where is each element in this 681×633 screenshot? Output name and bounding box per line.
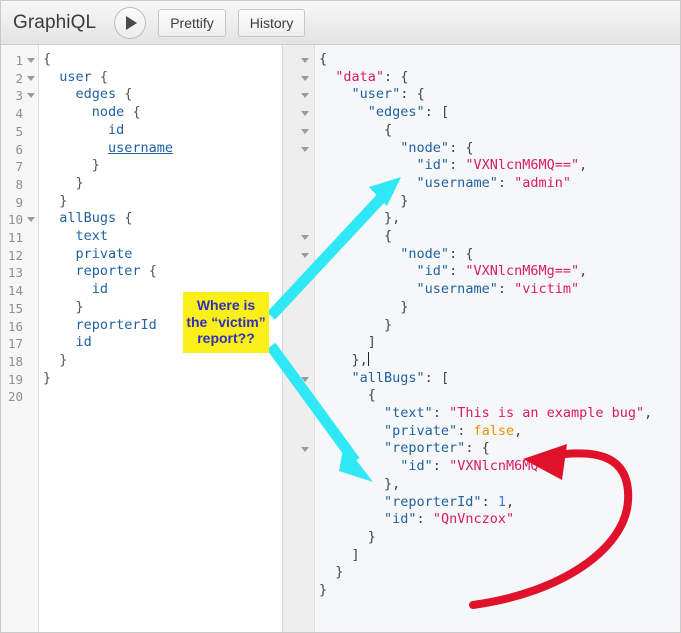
fold-arrow-icon[interactable] xyxy=(301,252,309,258)
fold-arrow-icon[interactable] xyxy=(301,128,309,134)
query-line: { xyxy=(43,51,52,67)
result-line: "id": "VXNlcnM6Mg==", xyxy=(416,263,588,280)
line-number: 8 xyxy=(15,176,23,192)
result-line: "id": "QnVnczox" xyxy=(384,511,515,528)
toolbar: GraphiQL Prettify History xyxy=(1,1,680,45)
result-line: "text": "This is an example bug", xyxy=(384,405,653,421)
result-line: { xyxy=(319,51,328,67)
line-number: 17 xyxy=(7,336,23,352)
line-number: 6 xyxy=(15,141,23,157)
line-number: 14 xyxy=(7,283,23,299)
result-line: } xyxy=(367,528,376,545)
result-line: } xyxy=(335,564,344,581)
result-viewer-pane[interactable]: { "data": { "user": { "edges": [ { "node… xyxy=(297,45,680,632)
result-line: { xyxy=(384,121,393,138)
result-line: "node": { xyxy=(400,245,474,262)
result-line: "user": { xyxy=(351,86,425,103)
line-number: 11 xyxy=(7,230,23,245)
line-number: 4 xyxy=(15,106,23,122)
result-line: "username": "victim" xyxy=(416,281,580,298)
result-line: "private": false, xyxy=(384,422,523,439)
result-viewer-fold-gutter xyxy=(297,45,315,632)
result-line: "reporterId": 1, xyxy=(384,493,515,510)
fold-arrow-icon[interactable] xyxy=(301,146,309,152)
prettify-button[interactable]: Prettify xyxy=(158,8,226,37)
fold-arrow-icon[interactable] xyxy=(301,376,309,382)
query-line: } xyxy=(59,192,68,209)
query-line: edges { xyxy=(75,86,133,103)
fold-arrow-icon[interactable] xyxy=(301,93,309,99)
line-number: 9 xyxy=(15,194,23,210)
fold-arrow-icon[interactable] xyxy=(27,93,35,99)
line-number: 16 xyxy=(7,318,23,334)
result-line: "edges": [ xyxy=(367,104,450,121)
fold-arrow-icon[interactable] xyxy=(301,447,309,453)
query-line: } xyxy=(91,157,100,174)
query-line: reporter { xyxy=(75,263,157,280)
graphiql-window: GraphiQL Prettify History 1 2 3 4 5 6 7 8 9 10 11 1… xyxy=(0,0,681,633)
query-line: } xyxy=(59,351,68,368)
line-number: 5 xyxy=(15,123,23,139)
query-editor-gutter: 1 2 3 4 5 6 7 8 9 10 11 12 13 14 15 16 17 18 19 20 xyxy=(1,45,39,632)
result-line: "allBugs": [ xyxy=(351,369,450,386)
result-line: { xyxy=(367,387,376,404)
line-number: 13 xyxy=(7,265,23,281)
query-line: username xyxy=(108,139,174,156)
play-icon xyxy=(126,15,138,30)
result-line: }, xyxy=(351,351,369,368)
history-button[interactable]: History xyxy=(237,8,306,37)
query-line: } xyxy=(43,369,52,386)
line-number: 15 xyxy=(7,300,23,316)
query-line: text xyxy=(75,228,109,244)
pane-divider[interactable] xyxy=(283,45,297,632)
line-number: 7 xyxy=(15,159,23,175)
fold-arrow-icon[interactable] xyxy=(301,394,309,400)
query-line: user { xyxy=(59,68,109,85)
result-line: }, xyxy=(384,210,401,227)
result-line: { xyxy=(384,228,393,244)
result-line: "reporter": { xyxy=(384,440,490,457)
fold-arrow-icon[interactable] xyxy=(27,75,35,81)
query-line: } xyxy=(75,174,84,191)
result-line: } xyxy=(400,298,409,315)
app-title: GraphiQL xyxy=(13,11,97,33)
query-line: } xyxy=(75,298,84,315)
result-line: "data": { xyxy=(335,68,409,85)
query-line: allBugs { xyxy=(59,210,133,227)
fold-arrow-icon[interactable] xyxy=(301,235,309,240)
result-line: } xyxy=(400,192,409,209)
query-line: id xyxy=(108,121,125,138)
query-line: reporterId xyxy=(75,316,157,333)
line-number: 20 xyxy=(7,389,23,405)
result-line: "node": { xyxy=(400,139,474,156)
fold-arrow-icon[interactable] xyxy=(301,111,309,117)
result-line: "id": "VXNlcnM6MQ==", xyxy=(416,157,588,174)
fold-arrow-icon[interactable] xyxy=(27,217,35,223)
query-line: node { xyxy=(91,104,141,121)
result-line: "id": "VXNlcnM6MQ==" xyxy=(400,458,563,475)
query-line: private xyxy=(75,245,133,262)
line-number: 12 xyxy=(7,247,23,263)
line-number: 18 xyxy=(7,353,23,369)
result-line: } xyxy=(319,582,328,598)
query-line: id xyxy=(91,281,109,298)
fold-arrow-icon[interactable] xyxy=(27,58,35,63)
result-line: ] xyxy=(367,334,376,351)
result-viewer-code: { "data": { "user": { "edges": [ { "node… xyxy=(316,45,680,632)
fold-arrow-icon[interactable] xyxy=(301,58,309,63)
query-line xyxy=(43,387,51,405)
fold-arrow-icon[interactable] xyxy=(301,75,309,81)
callout-note: Where is the “victim” report?? xyxy=(183,292,269,353)
execute-query-button[interactable] xyxy=(114,6,147,39)
result-line: } xyxy=(384,316,393,333)
result-line: ] xyxy=(351,546,360,563)
result-line: }, xyxy=(384,475,401,492)
result-line: "username": "admin" xyxy=(416,174,571,191)
query-line: id xyxy=(75,334,92,351)
text-caret xyxy=(367,351,369,366)
line-number: 19 xyxy=(7,371,23,387)
